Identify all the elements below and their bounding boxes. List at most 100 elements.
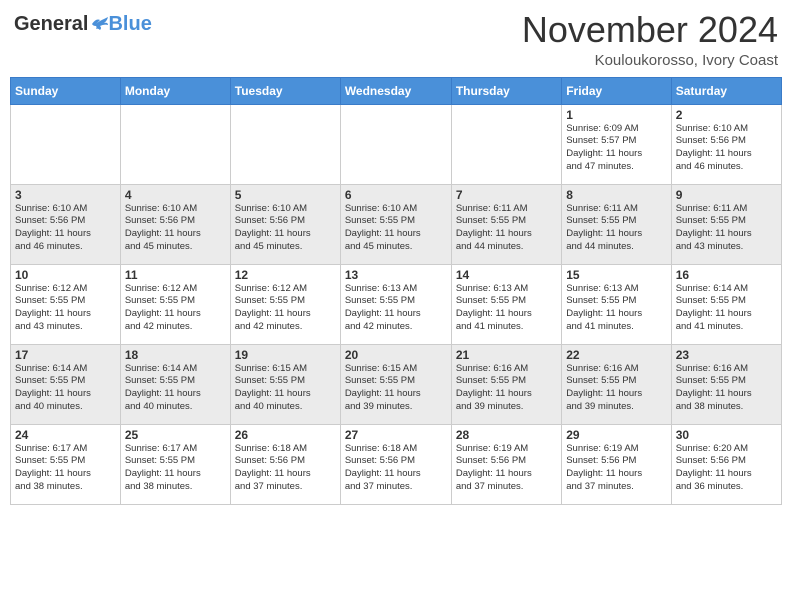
- day-info: Sunrise: 6:13 AM Sunset: 5:55 PM Dayligh…: [456, 283, 557, 334]
- calendar-cell: [451, 104, 561, 184]
- calendar-cell: 2Sunrise: 6:10 AM Sunset: 5:56 PM Daylig…: [671, 104, 781, 184]
- day-number: 4: [125, 188, 226, 202]
- day-info: Sunrise: 6:11 AM Sunset: 5:55 PM Dayligh…: [676, 203, 777, 254]
- calendar-cell: 29Sunrise: 6:19 AM Sunset: 5:56 PM Dayli…: [562, 424, 671, 504]
- day-info: Sunrise: 6:13 AM Sunset: 5:55 PM Dayligh…: [345, 283, 447, 334]
- day-number: 14: [456, 268, 557, 282]
- day-number: 5: [235, 188, 336, 202]
- day-info: Sunrise: 6:10 AM Sunset: 5:56 PM Dayligh…: [15, 203, 116, 254]
- weekday-header-thursday: Thursday: [451, 77, 561, 104]
- day-number: 29: [566, 428, 666, 442]
- day-info: Sunrise: 6:16 AM Sunset: 5:55 PM Dayligh…: [566, 363, 666, 414]
- calendar-week-row: 24Sunrise: 6:17 AM Sunset: 5:55 PM Dayli…: [11, 424, 782, 504]
- day-number: 10: [15, 268, 116, 282]
- weekday-header-friday: Friday: [562, 77, 671, 104]
- month-title: November 2024: [522, 10, 778, 50]
- day-number: 8: [566, 188, 666, 202]
- day-number: 25: [125, 428, 226, 442]
- logo: General Blue: [14, 10, 152, 34]
- weekday-header-monday: Monday: [120, 77, 230, 104]
- calendar-cell: 16Sunrise: 6:14 AM Sunset: 5:55 PM Dayli…: [671, 264, 781, 344]
- calendar-cell: 18Sunrise: 6:14 AM Sunset: 5:55 PM Dayli…: [120, 344, 230, 424]
- day-number: 16: [676, 268, 777, 282]
- calendar-cell: 4Sunrise: 6:10 AM Sunset: 5:56 PM Daylig…: [120, 184, 230, 264]
- day-number: 2: [676, 108, 777, 122]
- day-info: Sunrise: 6:15 AM Sunset: 5:55 PM Dayligh…: [345, 363, 447, 414]
- day-number: 26: [235, 428, 336, 442]
- day-info: Sunrise: 6:10 AM Sunset: 5:56 PM Dayligh…: [125, 203, 226, 254]
- day-number: 7: [456, 188, 557, 202]
- calendar-cell: 13Sunrise: 6:13 AM Sunset: 5:55 PM Dayli…: [340, 264, 451, 344]
- calendar-cell: 24Sunrise: 6:17 AM Sunset: 5:55 PM Dayli…: [11, 424, 121, 504]
- calendar-cell: [340, 104, 451, 184]
- day-number: 13: [345, 268, 447, 282]
- calendar-cell: 25Sunrise: 6:17 AM Sunset: 5:55 PM Dayli…: [120, 424, 230, 504]
- calendar-cell: 17Sunrise: 6:14 AM Sunset: 5:55 PM Dayli…: [11, 344, 121, 424]
- day-number: 17: [15, 348, 116, 362]
- day-number: 24: [15, 428, 116, 442]
- day-info: Sunrise: 6:15 AM Sunset: 5:55 PM Dayligh…: [235, 363, 336, 414]
- day-number: 1: [566, 108, 666, 122]
- calendar-cell: 3Sunrise: 6:10 AM Sunset: 5:56 PM Daylig…: [11, 184, 121, 264]
- day-info: Sunrise: 6:09 AM Sunset: 5:57 PM Dayligh…: [566, 123, 666, 174]
- day-info: Sunrise: 6:18 AM Sunset: 5:56 PM Dayligh…: [345, 443, 447, 494]
- calendar-week-row: 17Sunrise: 6:14 AM Sunset: 5:55 PM Dayli…: [11, 344, 782, 424]
- location-text: Kouloukorosso, Ivory Coast: [522, 52, 778, 69]
- calendar-cell: [120, 104, 230, 184]
- calendar-week-row: 1Sunrise: 6:09 AM Sunset: 5:57 PM Daylig…: [11, 104, 782, 184]
- day-number: 27: [345, 428, 447, 442]
- calendar-cell: 19Sunrise: 6:15 AM Sunset: 5:55 PM Dayli…: [230, 344, 340, 424]
- calendar-cell: 5Sunrise: 6:10 AM Sunset: 5:56 PM Daylig…: [230, 184, 340, 264]
- weekday-header-sunday: Sunday: [11, 77, 121, 104]
- day-info: Sunrise: 6:19 AM Sunset: 5:56 PM Dayligh…: [566, 443, 666, 494]
- day-number: 12: [235, 268, 336, 282]
- calendar-table: SundayMondayTuesdayWednesdayThursdayFrid…: [10, 77, 782, 505]
- day-info: Sunrise: 6:20 AM Sunset: 5:56 PM Dayligh…: [676, 443, 777, 494]
- weekday-header-row: SundayMondayTuesdayWednesdayThursdayFrid…: [11, 77, 782, 104]
- calendar-cell: 27Sunrise: 6:18 AM Sunset: 5:56 PM Dayli…: [340, 424, 451, 504]
- day-info: Sunrise: 6:11 AM Sunset: 5:55 PM Dayligh…: [566, 203, 666, 254]
- calendar-week-row: 10 Sunrise: 6:12 AM Sunset: 5:55 PM Dayli…: [11, 264, 782, 344]
- calendar-cell: 22Sunrise: 6:16 AM Sunset: 5:55 PM Dayli…: [562, 344, 671, 424]
- day-info: Sunrise: 6:12 AM Sunset: 5:55 PM Dayligh…: [125, 283, 226, 334]
- day-number: 19: [235, 348, 336, 362]
- day-number: 6: [345, 188, 447, 202]
- calendar-cell: 7Sunrise: 6:11 AM Sunset: 5:55 PM Daylig…: [451, 184, 561, 264]
- calendar-cell: [230, 104, 340, 184]
- day-number: 11: [125, 268, 226, 282]
- logo-general-text: General: [14, 14, 88, 34]
- day-info: Sunrise: 6:13 AM Sunset: 5:55 PM Dayligh…: [566, 283, 666, 334]
- calendar-cell: [11, 104, 121, 184]
- day-info: Sunrise: 6:17 AM Sunset: 5:55 PM Dayligh…: [125, 443, 226, 494]
- day-info: Sunrise: 6:19 AM Sunset: 5:56 PM Dayligh…: [456, 443, 557, 494]
- day-info: Sunrise: 6:14 AM Sunset: 5:55 PM Dayligh…: [676, 283, 777, 334]
- weekday-header-saturday: Saturday: [671, 77, 781, 104]
- calendar-cell: 30Sunrise: 6:20 AM Sunset: 5:56 PM Dayli…: [671, 424, 781, 504]
- calendar-cell: 12Sunrise: 6:12 AM Sunset: 5:55 PM Dayli…: [230, 264, 340, 344]
- calendar-cell: 26Sunrise: 6:18 AM Sunset: 5:56 PM Dayli…: [230, 424, 340, 504]
- day-info: Sunrise: 6:10 AM Sunset: 5:56 PM Dayligh…: [235, 203, 336, 254]
- calendar-cell: 23Sunrise: 6:16 AM Sunset: 5:55 PM Dayli…: [671, 344, 781, 424]
- calendar-cell: 14Sunrise: 6:13 AM Sunset: 5:55 PM Dayli…: [451, 264, 561, 344]
- logo-blue-text: Blue: [108, 14, 151, 34]
- calendar-cell: 10Sunrise: 6:12 AM Sunset: 5:55 PM Dayli…: [11, 264, 121, 344]
- day-number: 15: [566, 268, 666, 282]
- calendar-week-row: 3Sunrise: 6:10 AM Sunset: 5:56 PM Daylig…: [11, 184, 782, 264]
- day-number: 20: [345, 348, 447, 362]
- day-number: 28: [456, 428, 557, 442]
- day-info: Sunrise: 6:10 AM Sunset: 5:56 PM Dayligh…: [676, 123, 777, 174]
- day-info: Sunrise: 6:16 AM Sunset: 5:55 PM Dayligh…: [456, 363, 557, 414]
- page-header: General Blue November 2024 Kouloukorosso…: [10, 10, 782, 69]
- day-info: Sunrise: 6:17 AM Sunset: 5:55 PM Dayligh…: [15, 443, 116, 494]
- calendar-cell: 15Sunrise: 6:13 AM Sunset: 5:55 PM Dayli…: [562, 264, 671, 344]
- day-number: 23: [676, 348, 777, 362]
- logo-bird-icon: [90, 16, 108, 32]
- calendar-cell: 6Sunrise: 6:10 AM Sunset: 5:55 PM Daylig…: [340, 184, 451, 264]
- calendar-cell: 9Sunrise: 6:11 AM Sunset: 5:55 PM Daylig…: [671, 184, 781, 264]
- day-info: Sunrise: 6:10 AM Sunset: 5:55 PM Dayligh…: [345, 203, 447, 254]
- calendar-cell: 20Sunrise: 6:15 AM Sunset: 5:55 PM Dayli…: [340, 344, 451, 424]
- day-number: 22: [566, 348, 666, 362]
- calendar-cell: 8Sunrise: 6:11 AM Sunset: 5:55 PM Daylig…: [562, 184, 671, 264]
- day-info: Sunrise: 6:12 AM Sunset: 5:55 PM Dayligh…: [235, 283, 336, 334]
- day-info: Sunrise: 6:16 AM Sunset: 5:55 PM Dayligh…: [676, 363, 777, 414]
